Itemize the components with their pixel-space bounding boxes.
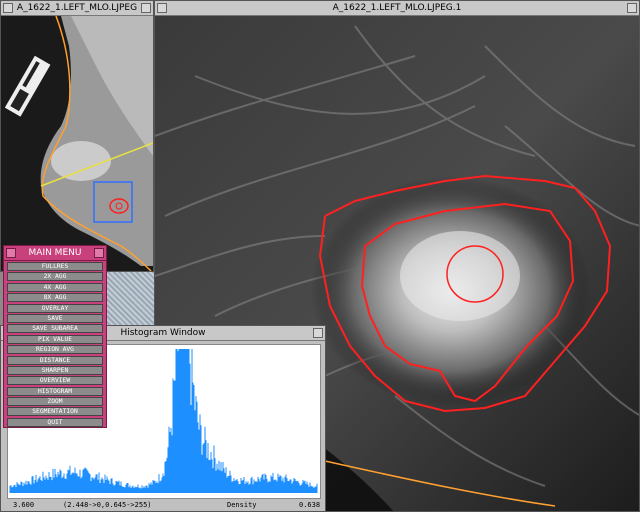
menu-histogram-button[interactable]: HISTOGRAM <box>7 386 103 396</box>
menu-segmentation-button[interactable]: SEGMENTATION <box>7 407 103 417</box>
menu-overview-button[interactable]: OVERVIEW <box>7 376 103 386</box>
histogram-min-label: 3.600 <box>13 501 35 509</box>
mass-core <box>400 231 520 321</box>
histogram-footer: 3.600 (2.448->0,0.645->255) Density 0.63… <box>1 499 325 511</box>
main-menu-titlebar[interactable]: MAIN MENU <box>4 246 106 261</box>
menu-overlay-button[interactable]: OVERLAY <box>7 303 103 313</box>
menu-sharpen-button[interactable]: SHARPEN <box>7 365 103 375</box>
overview-mammogram-view[interactable] <box>1 16 153 271</box>
window-menu-icon[interactable] <box>157 3 167 13</box>
window-menu-icon[interactable] <box>6 248 16 258</box>
menu-save-subarea-button[interactable]: SAVE SUBAREA <box>7 324 103 334</box>
minimize-icon[interactable] <box>141 3 151 13</box>
main-window-title: A_1622_1.LEFT_MLO.LJPEG.1 <box>332 3 462 13</box>
minimize-icon[interactable] <box>94 248 104 258</box>
main-menu-list: FULLRES 2X AGG 4X AGG 8X AGG OVERLAY SAV… <box>4 262 106 428</box>
main-menu-window: MAIN MENU FULLRES 2X AGG 4X AGG 8X AGG O… <box>3 245 107 428</box>
film-label-overview <box>4 55 51 117</box>
desktop-background <box>105 272 154 327</box>
overview-window-titlebar[interactable]: A_1622_1.LEFT_MLO.LJPEG <box>1 1 153 16</box>
menu-4x-agg-button[interactable]: 4X AGG <box>7 282 103 292</box>
overview-window: A_1622_1.LEFT_MLO.LJPEG <box>0 0 154 272</box>
menu-save-button[interactable]: SAVE <box>7 313 103 323</box>
main-menu-title: MAIN MENU <box>28 248 82 258</box>
window-menu-icon[interactable] <box>3 3 13 13</box>
menu-pix-value-button[interactable]: PIX VALUE <box>7 334 103 344</box>
main-window-titlebar[interactable]: A_1622_1.LEFT_MLO.LJPEG.1 <box>155 1 639 16</box>
menu-zoom-button[interactable]: ZOOM <box>7 397 103 407</box>
histogram-axis-label: Density <box>227 501 257 509</box>
minimize-icon[interactable] <box>313 328 323 338</box>
menu-distance-button[interactable]: DISTANCE <box>7 355 103 365</box>
histogram-max-label: 0.638 <box>299 501 321 509</box>
histogram-range-label: (2.448->0,0.645->255) <box>63 501 152 509</box>
minimize-icon[interactable] <box>627 3 637 13</box>
overview-window-title: A_1622_1.LEFT_MLO.LJPEG <box>16 3 138 13</box>
menu-8x-agg-button[interactable]: 8X AGG <box>7 293 103 303</box>
menu-fullres-button[interactable]: FULLRES <box>7 262 103 271</box>
dense-tissue-overview <box>51 141 111 181</box>
menu-quit-button[interactable]: QUIT <box>7 417 103 427</box>
menu-region-avg-button[interactable]: REGION AVG <box>7 345 103 355</box>
menu-2x-agg-button[interactable]: 2X AGG <box>7 272 103 282</box>
